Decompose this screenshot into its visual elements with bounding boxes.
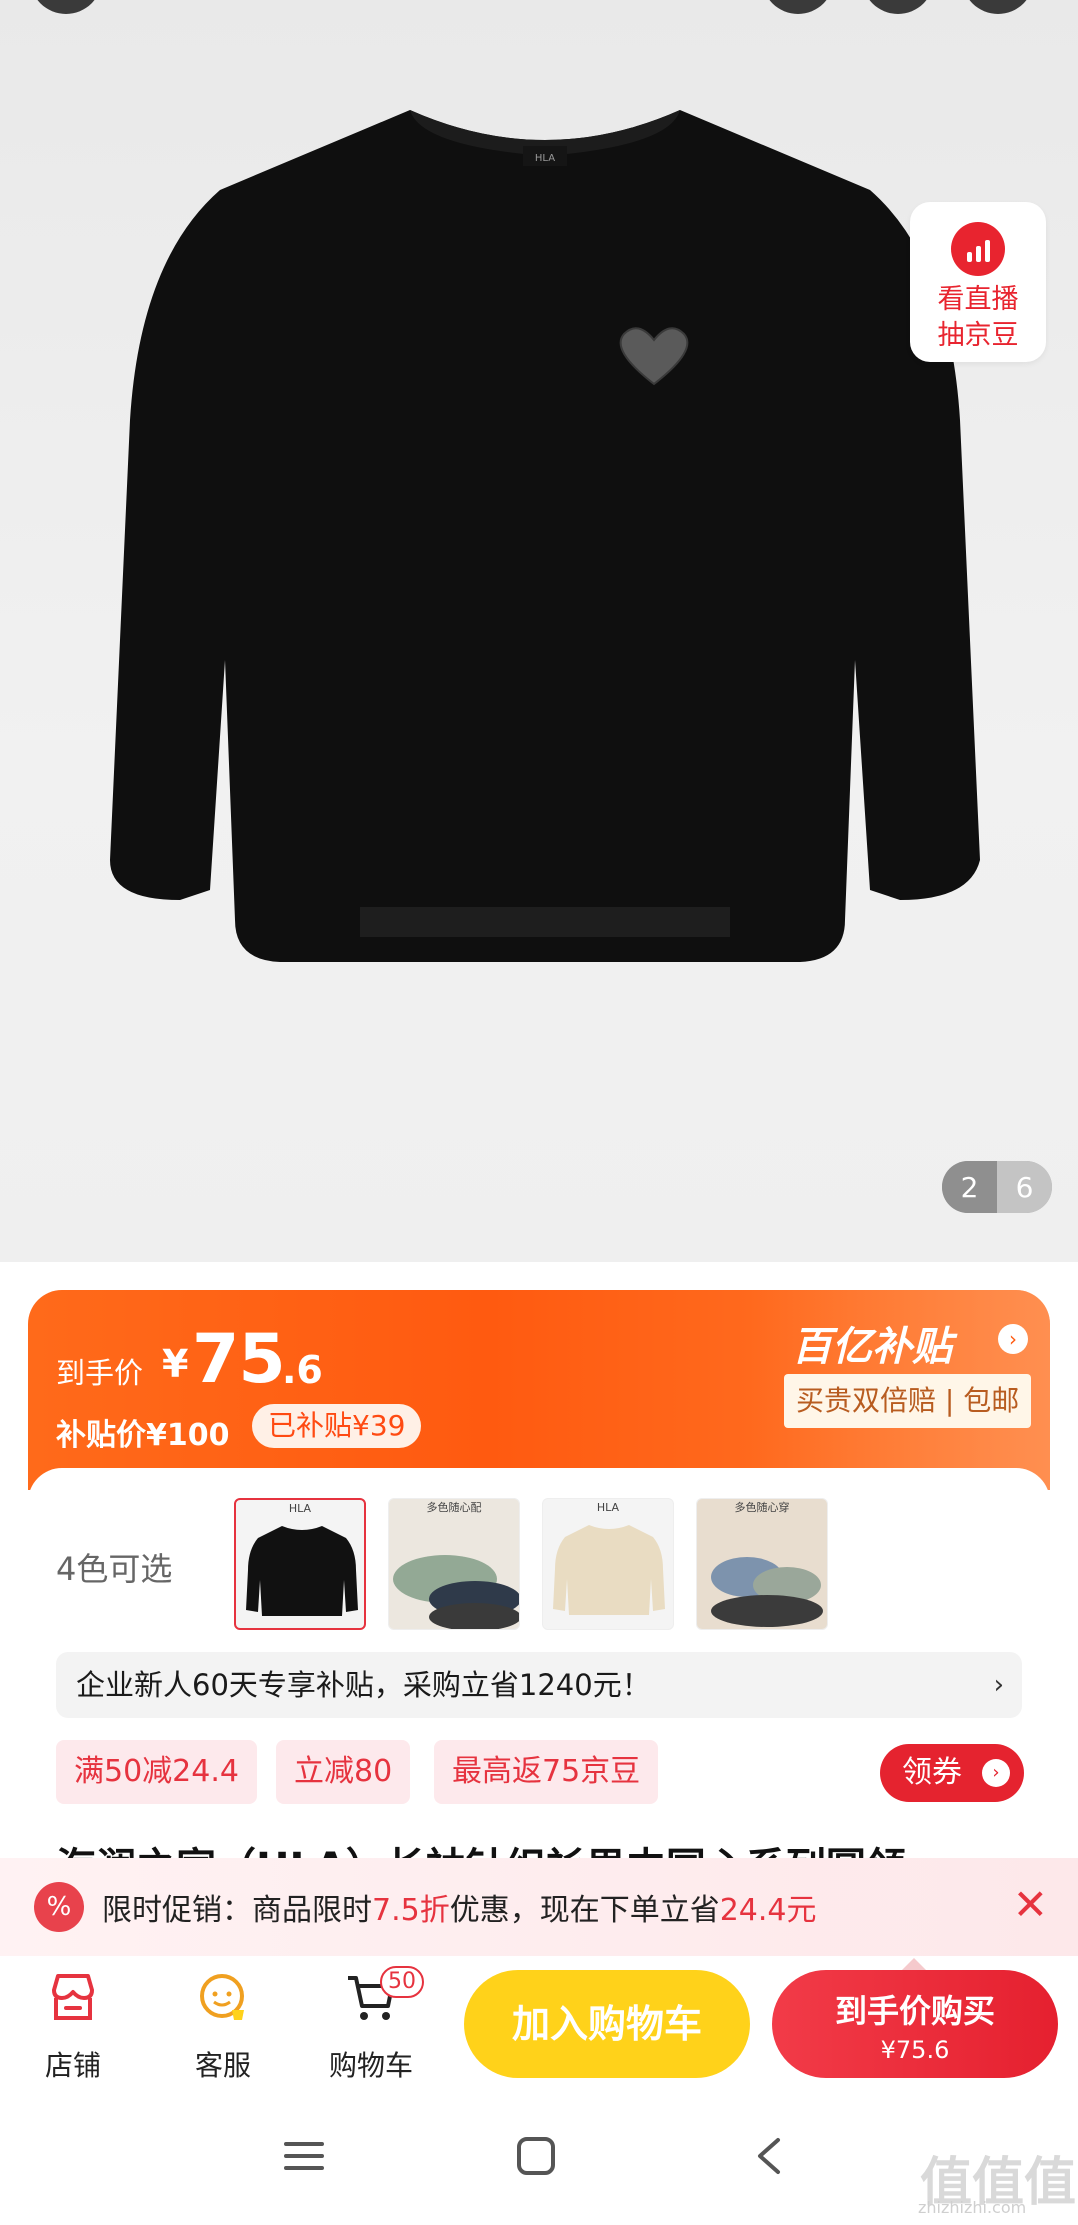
- subsidy-brand-title[interactable]: 百亿补贴: [792, 1314, 952, 1372]
- currency-symbol: ¥: [162, 1342, 189, 1386]
- variant-thumb-black[interactable]: HLA: [234, 1498, 366, 1630]
- notice-text: 企业新人60天专享补贴，采购立省1240元！: [76, 1668, 651, 1702]
- live-card-line2: 抽京豆: [937, 320, 1019, 351]
- buy-now-price: ¥75.6: [880, 2036, 950, 2064]
- live-bars-icon: [951, 222, 1005, 276]
- current-page: 2: [942, 1161, 997, 1213]
- product-image-gallery[interactable]: HLA 看直播 抽京豆 2 6: [0, 0, 1078, 1262]
- final-price-integer: 75: [192, 1320, 286, 1399]
- buy-now-label: 到手价购买: [834, 1992, 995, 2030]
- sweater-image: HLA: [110, 110, 980, 962]
- product-info: 到手价 ¥ 75 .6 补贴价¥100 已补贴¥39 百亿补贴 › 买贵双倍赔 …: [28, 1290, 1050, 1928]
- chevron-right-icon[interactable]: ›: [998, 1324, 1028, 1354]
- add-to-cart-button[interactable]: 加入购物车: [464, 1970, 750, 2078]
- store-button[interactable]: 店铺: [18, 1968, 128, 2084]
- store-label: 店铺: [44, 2049, 101, 2082]
- variant-thumb-green[interactable]: 多色随心配: [388, 1498, 520, 1630]
- live-card-line1: 看直播: [937, 284, 1019, 315]
- guarantee-tag: 买贵双倍赔 | 包邮: [784, 1374, 1032, 1428]
- promo-tag-instant-discount[interactable]: 立减80: [276, 1740, 411, 1804]
- enterprise-subsidy-notice[interactable]: 企业新人60天专享补贴，采购立省1240元！ ›: [56, 1652, 1022, 1718]
- back-button[interactable]: [30, 0, 102, 14]
- more-button[interactable]: [962, 0, 1034, 14]
- cart-label: 购物车: [328, 2049, 413, 2082]
- image-page-indicator: 2 6: [942, 1161, 1052, 1213]
- variant-thumb-beige[interactable]: HLA: [542, 1498, 674, 1630]
- final-price-decimal: .6: [282, 1348, 323, 1392]
- back-icon[interactable]: [748, 2134, 792, 2178]
- flash-sale-text: 限时促销：商品限时7.5折优惠，现在下单立省24.4元: [102, 1893, 817, 1928]
- customer-service-button[interactable]: 客服: [168, 1968, 278, 2084]
- share-button[interactable]: [862, 0, 934, 14]
- promo-tag-beans-rebate[interactable]: 最高返75京豆: [434, 1740, 659, 1804]
- menu-icon[interactable]: [282, 2134, 326, 2178]
- customer-service-label: 客服: [194, 2049, 251, 2082]
- subsidy-amount-pill: 已补贴¥39: [252, 1404, 422, 1448]
- home-icon[interactable]: [514, 2134, 558, 2178]
- cart-button[interactable]: 50 购物车: [316, 1966, 426, 2084]
- price-band: 到手价 ¥ 75 .6 补贴价¥100 已补贴¥39 百亿补贴 › 买贵双倍赔 …: [28, 1290, 1050, 1490]
- chevron-right-icon: ›: [982, 1759, 1010, 1787]
- store-icon: [52, 1974, 94, 2020]
- final-price-label: 到手价: [56, 1356, 144, 1390]
- close-icon[interactable]: ✕: [1013, 1880, 1048, 1930]
- system-navigation-bar: [0, 2086, 1078, 2225]
- variant-thumb-multi[interactable]: 多色随心穿: [696, 1498, 828, 1630]
- buy-now-button[interactable]: 到手价购买 ¥75.6: [772, 1958, 1058, 2078]
- watermark-url: zhizhizhi.com: [918, 2198, 1027, 2217]
- customer-service-icon: [200, 1974, 244, 2020]
- sweater-stack-image: [389, 1499, 519, 1629]
- live-stream-card[interactable]: 看直播 抽京豆: [910, 202, 1046, 362]
- beige-sweater-image: [553, 1525, 665, 1615]
- bottom-action-bar: 店铺 客服 50 购物车 加入购物车 到手价购买 ¥75.6: [0, 1956, 1078, 2086]
- subsidy-price: 补贴价¥100: [56, 1418, 230, 1453]
- sweater-thumb-image: [246, 1526, 358, 1616]
- get-coupon-button[interactable]: 领券 ›: [880, 1744, 1024, 1802]
- multi-sweater-image: [697, 1499, 827, 1629]
- cart-count-badge: 50: [380, 1966, 424, 1998]
- promo-tag-full-reduction[interactable]: 满50减24.4: [56, 1740, 257, 1804]
- percent-icon: %: [34, 1882, 84, 1932]
- search-button[interactable]: [762, 0, 834, 14]
- color-count-label: 4色可选: [56, 1550, 173, 1588]
- svg-text:HLA: HLA: [535, 153, 555, 164]
- total-pages: 6: [997, 1161, 1052, 1213]
- flash-sale-banner[interactable]: % 限时促销：商品限时7.5折优惠，现在下单立省24.4元 ✕: [0, 1858, 1078, 1956]
- chevron-right-icon: ›: [993, 1670, 1004, 1700]
